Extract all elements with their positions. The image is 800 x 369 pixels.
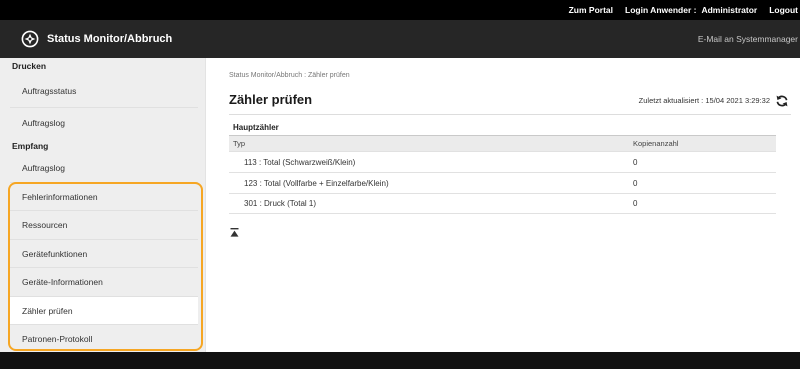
sidebar-item-patronen-protokoll[interactable]: Patronen-Protokoll — [10, 325, 198, 352]
column-header-kopienanzahl: Kopienanzahl — [633, 139, 679, 148]
sidebar-item-label: Zähler prüfen — [22, 305, 73, 316]
footer-bar — [0, 352, 800, 369]
sidebar-item-label: Geräte-Informationen — [22, 277, 103, 287]
page-title: Zähler prüfen — [229, 92, 313, 107]
sidebar-item-print-auftragslog[interactable]: Auftragslog — [10, 108, 198, 138]
sidebar-item-label: Fehlerinformationen — [22, 191, 98, 202]
sidebar-item-zaehler-pruefen[interactable]: Zähler prüfen — [10, 297, 198, 325]
app-title: Status Monitor/Abbruch — [47, 33, 173, 45]
back-to-top-icon[interactable] — [230, 228, 239, 237]
mail-to-admin-link[interactable]: E-Mail an Systemmanager — [698, 33, 798, 45]
sidebar-item-label: Gerätefunktionen — [22, 248, 88, 259]
counter-type: 301 : Druck (Total 1) — [244, 199, 317, 208]
refresh-icon[interactable] — [775, 94, 789, 108]
counter-table: Typ Kopienanzahl 113 : Total (Schwarzwei… — [229, 135, 776, 214]
sidebar-item-label: Auftragsstatus — [22, 85, 77, 96]
breadcrumb: Status Monitor/Abbruch : Zähler prüfen — [229, 72, 350, 79]
login-info: Login Anwender : Administrator — [625, 5, 757, 15]
last-updated-text: Zuletzt aktualisiert : 15/04 2021 3:29:3… — [638, 96, 770, 105]
section-title-hauptzaehler: Hauptzähler — [233, 123, 279, 132]
column-header-typ: Typ — [233, 139, 246, 148]
counter-type: 123 : Total (Vollfarbe + Einzelfarbe/Kle… — [244, 178, 389, 188]
table-row: 113 : Total (Schwarzweiß/Klein) 0 — [229, 152, 776, 173]
logout-link[interactable]: Logout — [769, 4, 798, 16]
sidebar-item-label: Auftragslog — [22, 163, 65, 173]
remote-ui-window: Zum Portal Login Anwender : Administrato… — [0, 0, 800, 369]
sidebar-item-label: Ressourcen — [22, 220, 68, 230]
sidebar-item-label: Auftragslog — [22, 118, 65, 128]
sidebar: Drucken Auftragsstatus Auftragslog Empfa… — [0, 58, 205, 352]
title-bar: Status Monitor/Abbruch E-Mail an Systemm… — [0, 20, 800, 58]
portal-link[interactable]: Zum Portal — [569, 4, 613, 16]
sidebar-item-fehlerinformationen[interactable]: Fehlerinformationen — [10, 183, 198, 211]
table-row: 301 : Druck (Total 1) 0 — [229, 194, 776, 214]
counter-type: 113 : Total (Schwarzweiß/Klein) — [244, 157, 356, 167]
sidebar-item-geraete-informationen[interactable]: Geräte-Informationen — [10, 268, 198, 297]
table-header-row: Typ Kopienanzahl — [229, 135, 776, 152]
counter-value: 0 — [633, 157, 638, 167]
login-label: Login Anwender : — [625, 5, 697, 15]
sidebar-item-ressourcen[interactable]: Ressourcen — [10, 211, 198, 240]
status-monitor-icon — [21, 30, 39, 48]
sidebar-item-auftragsstatus[interactable]: Auftragsstatus — [10, 74, 198, 108]
counter-value: 0 — [633, 199, 638, 208]
sidebar-heading-empfang: Empfang — [12, 141, 49, 151]
table-row: 123 : Total (Vollfarbe + Einzelfarbe/Kle… — [229, 173, 776, 194]
top-bar: Zum Portal Login Anwender : Administrato… — [0, 0, 800, 20]
login-user: Administrator — [701, 5, 758, 15]
sidebar-item-receive-auftragslog[interactable]: Auftragslog — [10, 154, 198, 183]
title-divider — [229, 114, 791, 115]
main-content: Status Monitor/Abbruch : Zähler prüfen Z… — [205, 58, 800, 352]
counter-value: 0 — [633, 178, 638, 188]
sidebar-item-label: Patronen-Protokoll — [22, 333, 93, 344]
sidebar-heading-drucken: Drucken — [12, 61, 47, 71]
sidebar-item-geraetefunktionen[interactable]: Gerätefunktionen — [10, 240, 198, 268]
